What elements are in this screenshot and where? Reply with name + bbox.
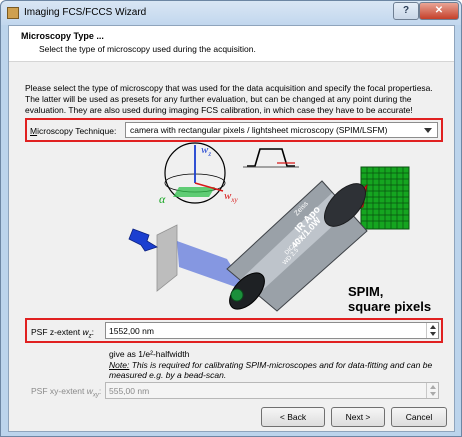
window-title: Imaging FCS/FCCS Wizard — [24, 7, 147, 18]
close-button[interactable]: ✕ — [419, 2, 459, 20]
laser-arrow — [128, 228, 158, 252]
spin-down-icon[interactable] — [430, 332, 436, 336]
spim-caption-line-1: SPIM, — [348, 284, 384, 299]
intro-text: Please select the type of microscopy tha… — [25, 83, 445, 116]
psf-xy-spin-buttons[interactable] — [426, 383, 438, 398]
title-bar[interactable]: Imaging FCS/FCCS Wizard ? ✕ — [1, 1, 461, 25]
page-subtitle: Select the type of microscopy used durin… — [39, 44, 256, 54]
psf-xy-symbol: wxy — [86, 386, 99, 399]
microscopy-technique-value: camera with rectangular pixels / lightsh… — [130, 125, 388, 135]
angle-label: α — [159, 192, 166, 206]
wizard-client-area: Microscopy Type ... Select the type of m… — [8, 25, 455, 432]
psf-xy-label: PSF xy-extent wxy: — [31, 386, 102, 399]
cancel-button[interactable]: Cancel — [391, 407, 447, 427]
chevron-down-icon[interactable] — [424, 128, 432, 133]
psf-xy-axis-label: wxy — [224, 190, 238, 204]
page-title: Microscopy Type ... — [21, 31, 104, 41]
note-line-2: Note: This is required for calibrating S… — [109, 359, 433, 370]
psf-z-note: give as 1/e²-halfwidth Note: This is req… — [109, 349, 449, 381]
psf-z-extent-input[interactable]: 1552,00 nm — [105, 322, 439, 339]
intro-line-1: Please select the type of microscopy tha… — [25, 83, 433, 93]
spin-down-icon[interactable] — [430, 392, 436, 396]
help-button[interactable]: ? — [393, 2, 419, 20]
note-line-1: give as 1/e²-halfwidth — [109, 349, 190, 359]
psf-plane — [173, 187, 215, 197]
psf-xy-extent-value: 555,00 nm — [109, 386, 150, 396]
intro-line-3: evaluation. They are also used during im… — [25, 105, 413, 115]
psf-z-symbol: wz — [82, 327, 92, 340]
app-icon — [7, 7, 19, 19]
next-button[interactable]: Next > — [331, 407, 385, 427]
camera-pixel-grid — [360, 166, 410, 230]
psf-z-extent-value: 1552,00 nm — [109, 326, 154, 336]
spin-up-icon[interactable] — [430, 325, 436, 329]
note-line-3: measured e.g. by a bead-scan. — [109, 370, 227, 380]
psf-z-label: PSF z-extent wz: — [31, 327, 95, 340]
microscopy-technique-label: Microscopy Technique: — [30, 126, 117, 136]
wizard-header: Microscopy Type ... Select the type of m… — [9, 26, 454, 62]
intro-line-2: The latter will be used as presets for a… — [25, 94, 412, 104]
psf-z-spin-buttons[interactable] — [426, 323, 438, 338]
microscopy-technique-select[interactable]: camera with rectangular pixels / lightsh… — [125, 122, 438, 138]
note-label: Note: — [109, 359, 130, 370]
spin-up-icon[interactable] — [430, 385, 436, 389]
spim-caption: SPIM, square pixels — [348, 284, 431, 314]
spim-caption-line-2: square pixels — [348, 299, 432, 314]
psf-xy-extent-input[interactable]: 555,00 nm — [105, 382, 439, 399]
psf-z-axis-label: wz — [201, 144, 211, 158]
back-button[interactable]: < Back — [261, 407, 325, 427]
lightsheet-plane — [156, 224, 178, 292]
wizard-window: Imaging FCS/FCCS Wizard ? ✕ Microscopy T… — [0, 0, 462, 437]
